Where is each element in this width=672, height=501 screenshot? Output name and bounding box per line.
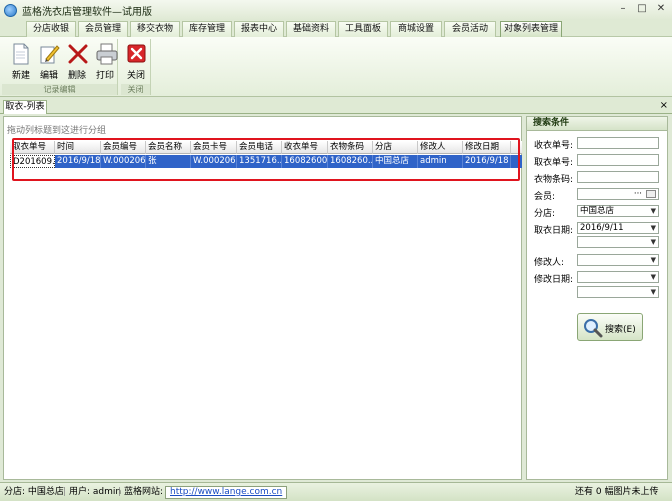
branch-select-value: 中国总店	[580, 206, 615, 216]
edit-button[interactable]: 编辑	[36, 41, 62, 83]
modify-date-label: 修改日期:	[534, 275, 574, 285]
tab-tools[interactable]: 工具面板	[338, 21, 388, 37]
ribbon-group-label-close: 关闭	[121, 84, 150, 95]
title-bar: 蓝格洗衣店管理软件—试用版 – □ ✕	[0, 0, 672, 20]
dropdown-arrow-icon: ▼	[650, 288, 656, 296]
tab-transfer-clothes[interactable]: 移交衣物	[130, 21, 180, 37]
status-upload-pending: 还有 0 幅图片未上传	[575, 487, 659, 497]
close-button[interactable]: 关闭	[123, 41, 149, 83]
pickup-no-label: 取衣单号:	[534, 158, 574, 168]
search-panel-title: 搜索条件	[527, 117, 667, 131]
modifier-label: 修改人:	[534, 258, 565, 268]
pickup-date-label: 取衣日期:	[534, 226, 574, 236]
tab-branch-cashier[interactable]: 分店收银	[26, 21, 76, 37]
delete-x-icon	[68, 44, 88, 64]
search-button[interactable]: 搜索(E)	[577, 313, 643, 341]
tab-inventory[interactable]: 库存管理	[182, 21, 232, 37]
pickup-date-to[interactable]: ▼	[577, 236, 659, 248]
doc-tab-pickup-list[interactable]: 取衣-列表	[3, 100, 47, 114]
tab-mall-settings[interactable]: 商城设置	[390, 21, 442, 37]
magnifier-icon	[584, 319, 603, 338]
modify-date-from[interactable]: ▼	[577, 271, 659, 283]
modifier-select[interactable]: ▼	[577, 254, 659, 266]
ribbon: 新建 编辑 删除 打印 记录编辑 关闭 关闭	[0, 37, 672, 97]
red-highlight-annotation	[12, 138, 520, 181]
minimize-icon[interactable]: –	[614, 3, 632, 17]
status-bar: 分店: 中国总店 | 用户: admin | 蓝格网站: http://www.…	[0, 482, 672, 501]
status-user: 用户: admin	[69, 487, 122, 497]
dropdown-arrow-icon: ▼	[650, 207, 656, 215]
tab-reports[interactable]: 报表中心	[234, 21, 284, 37]
search-panel: 搜索条件 收衣单号: 取衣单号: 衣物条码: 会员: ··· 分店: 中国总店 …	[526, 116, 668, 480]
window-controls: – □ ✕	[614, 3, 670, 17]
tab-basic-data[interactable]: 基础资料	[286, 21, 336, 37]
barcode-label: 衣物条码:	[534, 175, 574, 185]
print-button[interactable]: 打印	[92, 41, 118, 83]
close-red-icon	[127, 44, 146, 63]
group-by-hint: 拖动列标题到这进行分组	[7, 126, 107, 136]
status-divider: |	[63, 487, 67, 497]
new-document-icon	[13, 43, 29, 65]
pickup-date-from[interactable]: 2016/9/11 ▼	[577, 222, 659, 234]
pickup-no-input[interactable]	[577, 154, 659, 166]
branch-select[interactable]: 中国总店 ▼	[577, 205, 659, 217]
pickup-date-from-value: 2016/9/11	[580, 223, 624, 233]
ribbon-group-label-record-edit: 记录编辑	[2, 84, 117, 95]
ribbon-group-record-edit: 新建 编辑 删除 打印 记录编辑	[2, 39, 118, 95]
dropdown-arrow-icon: ▼	[650, 256, 656, 264]
barcode-input[interactable]	[577, 171, 659, 183]
tab-member-events[interactable]: 会员活动	[444, 21, 496, 37]
branch-label: 分店:	[534, 209, 556, 219]
receive-no-label: 收衣单号:	[534, 141, 574, 151]
dropdown-arrow-icon: ▼	[650, 238, 656, 246]
ribbon-group-close: 关闭 关闭	[121, 39, 151, 95]
member-card-icon[interactable]	[646, 190, 656, 198]
document-tab-strip: 取衣-列表 ×	[0, 99, 672, 114]
modify-date-to[interactable]: ▼	[577, 286, 659, 298]
status-branch: 分店: 中国总店	[4, 487, 64, 497]
tab-member-management[interactable]: 会员管理	[78, 21, 128, 37]
website-link[interactable]: http://www.lange.com.cn	[165, 486, 288, 499]
member-browse-dots[interactable]: ···	[634, 189, 642, 199]
menu-bar: 分店收银 会员管理 移交衣物 库存管理 报表中心 基础资料 工具面板 商城设置 …	[0, 20, 672, 38]
new-button[interactable]: 新建	[8, 41, 34, 83]
doc-close-icon[interactable]: ×	[660, 100, 668, 111]
receive-no-input[interactable]	[577, 137, 659, 149]
app-logo-icon	[4, 3, 17, 17]
dropdown-arrow-icon: ▼	[650, 273, 656, 281]
printer-icon	[96, 43, 118, 65]
delete-button[interactable]: 删除	[64, 41, 90, 83]
tab-object-list[interactable]: 对象列表管理	[500, 21, 562, 38]
status-site-label: 蓝格网站:	[124, 487, 164, 497]
edit-pencil-icon	[40, 45, 60, 64]
status-divider: |	[118, 487, 122, 497]
member-input[interactable]: ···	[577, 188, 659, 200]
window-title: 蓝格洗衣店管理软件—试用版	[22, 6, 152, 18]
close-window-icon[interactable]: ✕	[652, 3, 670, 17]
member-label: 会员:	[534, 192, 556, 202]
dropdown-arrow-icon: ▼	[650, 224, 656, 232]
maximize-icon[interactable]: □	[633, 3, 651, 17]
